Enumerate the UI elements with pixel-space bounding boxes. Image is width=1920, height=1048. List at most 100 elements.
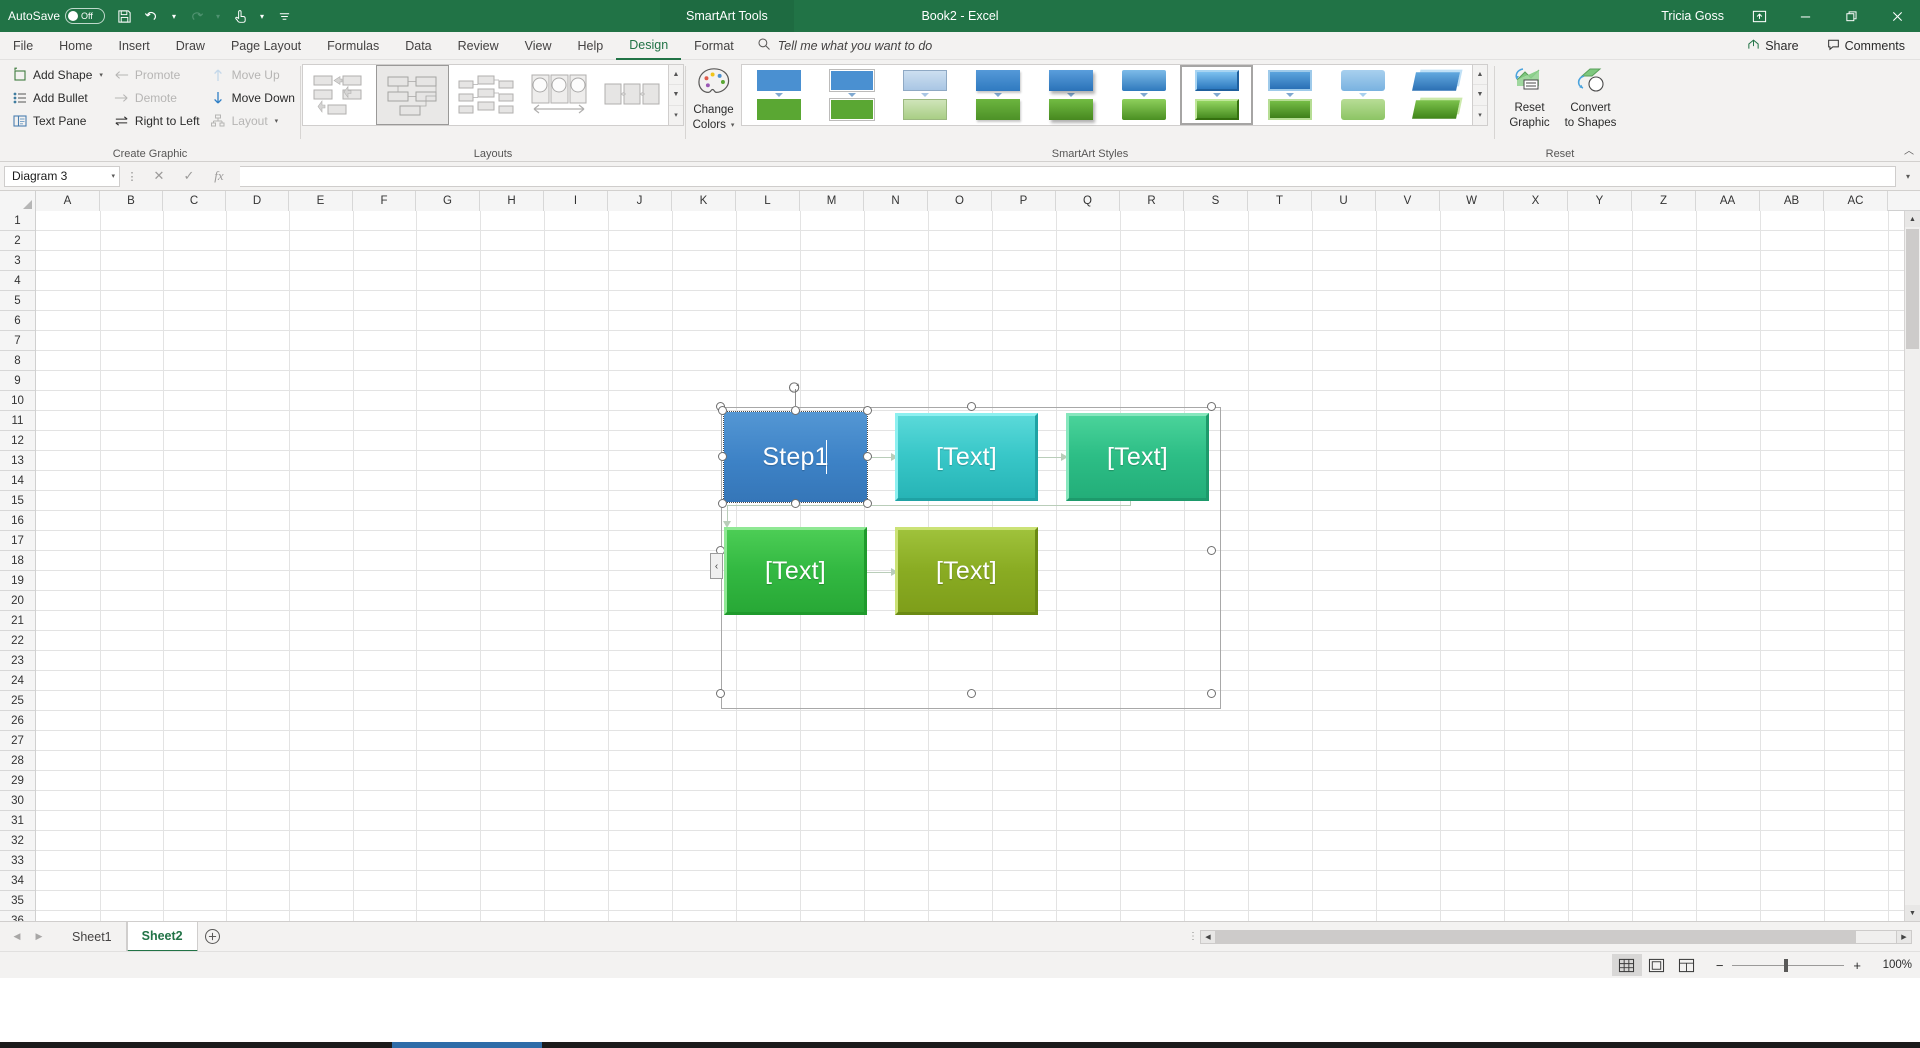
row-header-11[interactable]: 11 — [0, 411, 35, 431]
reset-graphic-button[interactable]: Reset Graphic — [1501, 64, 1558, 130]
row-header-35[interactable]: 35 — [0, 891, 35, 911]
column-header-I[interactable]: I — [544, 191, 608, 211]
resize-handle-e[interactable] — [1207, 546, 1216, 555]
enter-icon[interactable]: ✓ — [174, 166, 204, 187]
tab-insert[interactable]: Insert — [106, 32, 163, 60]
scroll-down-icon[interactable]: ▼ — [1473, 85, 1487, 106]
horizontal-scroll-track[interactable] — [1216, 929, 1896, 944]
column-header-X[interactable]: X — [1504, 191, 1568, 211]
comments-button[interactable]: Comments — [1820, 35, 1912, 57]
smartart-node-5[interactable]: [Text] — [895, 527, 1038, 615]
row-header-29[interactable]: 29 — [0, 771, 35, 791]
tab-home[interactable]: Home — [46, 32, 105, 60]
zoom-slider-thumb[interactable] — [1784, 958, 1789, 972]
scroll-left-icon[interactable]: ◀ — [1200, 929, 1216, 944]
row-header-28[interactable]: 28 — [0, 751, 35, 771]
scroll-down-icon[interactable]: ▼ — [1905, 905, 1920, 921]
row-header-13[interactable]: 13 — [0, 451, 35, 471]
row-header-7[interactable]: 7 — [0, 331, 35, 351]
scroll-up-icon[interactable]: ▲ — [1473, 65, 1487, 86]
tab-view[interactable]: View — [512, 32, 565, 60]
style-item-inset[interactable] — [1180, 65, 1253, 125]
style-item-intense-effect[interactable] — [1034, 65, 1107, 125]
column-header-N[interactable]: N — [864, 191, 928, 211]
row-header-20[interactable]: 20 — [0, 591, 35, 611]
node-handle-sw[interactable] — [718, 499, 727, 508]
row-header-16[interactable]: 16 — [0, 511, 35, 531]
column-header-B[interactable]: B — [100, 191, 163, 211]
row-header-17[interactable]: 17 — [0, 531, 35, 551]
row-header-19[interactable]: 19 — [0, 571, 35, 591]
row-header-6[interactable]: 6 — [0, 311, 35, 331]
add-bullet-button[interactable]: Add Bullet — [6, 87, 108, 109]
resize-handle-se[interactable] — [1207, 689, 1216, 698]
normal-view-icon[interactable] — [1611, 954, 1642, 976]
chevron-down-icon[interactable]: ▾ — [111, 172, 115, 180]
cells-area[interactable]: ‹ Step1 [Text] [Text] [Text] [Text] — [36, 211, 1920, 921]
right-to-left-button[interactable]: Right to Left — [108, 110, 205, 132]
move-down-button[interactable]: Move Down — [205, 87, 300, 109]
row-header-15[interactable]: 15 — [0, 491, 35, 511]
tab-review[interactable]: Review — [445, 32, 512, 60]
share-button[interactable]: Share — [1740, 35, 1805, 57]
scroll-right-icon[interactable]: ▶ — [1896, 929, 1912, 944]
node-handle-se[interactable] — [863, 499, 872, 508]
column-header-U[interactable]: U — [1312, 191, 1376, 211]
column-header-J[interactable]: J — [608, 191, 672, 211]
text-pane-toggle-icon[interactable]: ‹ — [710, 553, 723, 579]
scroll-up-icon[interactable]: ▲ — [669, 65, 683, 86]
zoom-in-icon[interactable]: + — [1853, 958, 1861, 973]
column-header-Q[interactable]: Q — [1056, 191, 1120, 211]
minimize-icon[interactable] — [1782, 0, 1828, 32]
column-header-A[interactable]: A — [36, 191, 100, 211]
layout-item-grid-matrix[interactable] — [449, 65, 522, 125]
style-item-simple-fill[interactable] — [742, 65, 815, 125]
column-header-M[interactable]: M — [800, 191, 864, 211]
sheet-tab-sheet2[interactable]: Sheet2 — [126, 921, 198, 952]
row-header-23[interactable]: 23 — [0, 651, 35, 671]
column-header-T[interactable]: T — [1248, 191, 1312, 211]
prev-sheet-icon[interactable]: ◀ — [6, 931, 28, 942]
column-header-D[interactable]: D — [226, 191, 289, 211]
save-icon[interactable] — [111, 3, 137, 29]
split-handle[interactable]: ⋮ — [1186, 931, 1200, 942]
style-item-polished[interactable] — [1107, 65, 1180, 125]
chevron-down-icon[interactable]: ▾ — [731, 119, 735, 132]
row-header-31[interactable]: 31 — [0, 811, 35, 831]
smartart-styles-scroll[interactable]: ▲ ▼ ▾ — [1472, 65, 1487, 125]
row-header-12[interactable]: 12 — [0, 431, 35, 451]
expand-formula-bar-icon[interactable]: ▾ — [1900, 172, 1916, 181]
sheet-tab-sheet1[interactable]: Sheet1 — [58, 921, 127, 952]
column-header-W[interactable]: W — [1440, 191, 1504, 211]
redo-dropdown-icon[interactable]: ▾ — [211, 3, 225, 29]
column-header-O[interactable]: O — [928, 191, 992, 211]
column-header-Z[interactable]: Z — [1632, 191, 1696, 211]
node-handle-w[interactable] — [718, 452, 727, 461]
column-header-F[interactable]: F — [353, 191, 416, 211]
layout-item-process-arrows[interactable] — [303, 65, 376, 125]
scroll-up-icon[interactable]: ▲ — [1905, 211, 1920, 227]
style-item-moderate-effect[interactable] — [961, 65, 1034, 125]
scroll-down-icon[interactable]: ▼ — [669, 85, 683, 106]
tab-data[interactable]: Data — [392, 32, 444, 60]
change-colors-button[interactable]: Change Colors ▾ — [692, 64, 735, 132]
tab-design[interactable]: Design — [616, 32, 682, 60]
row-header-14[interactable]: 14 — [0, 471, 35, 491]
resize-handle-s[interactable] — [967, 689, 976, 698]
row-header-1[interactable]: 1 — [0, 211, 35, 231]
horizontal-scrollbar[interactable]: ⋮ ◀ ▶ — [1186, 929, 1912, 944]
formula-bar-drag-handle[interactable]: ⋮ — [124, 170, 140, 183]
layout-item-three-panel[interactable] — [595, 65, 668, 125]
smartart-node-4[interactable]: [Text] — [724, 527, 867, 615]
row-header-10[interactable]: 10 — [0, 391, 35, 411]
gallery-more-icon[interactable]: ▾ — [669, 106, 683, 125]
column-header-AB[interactable]: AB — [1760, 191, 1824, 211]
row-header-2[interactable]: 2 — [0, 231, 35, 251]
autosave-control[interactable]: AutoSave Off — [8, 8, 109, 24]
tab-help[interactable]: Help — [565, 32, 617, 60]
row-header-4[interactable]: 4 — [0, 271, 35, 291]
column-header-H[interactable]: H — [480, 191, 544, 211]
text-pane-button[interactable]: Text Pane — [6, 110, 108, 132]
style-item-subtle-effect[interactable] — [888, 65, 961, 125]
column-header-K[interactable]: K — [672, 191, 736, 211]
